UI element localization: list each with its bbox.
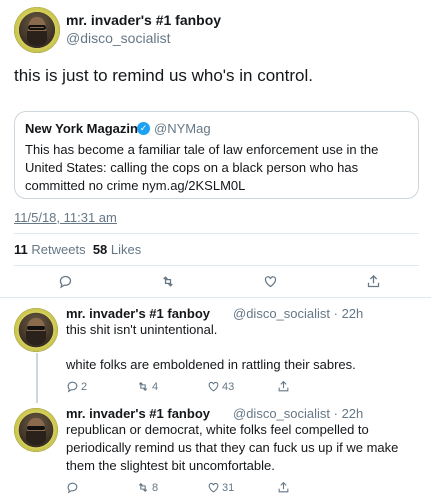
divider	[14, 265, 419, 266]
retweet-count: 4	[152, 381, 159, 393]
reply-icon[interactable]	[66, 481, 79, 497]
avatar[interactable]	[14, 308, 58, 352]
reply-author-name[interactable]: mr. invader's #1 fanboy	[66, 306, 210, 321]
quoted-author-handle: @NYMag	[154, 121, 211, 136]
avatar[interactable]	[14, 7, 60, 53]
quoted-tweet-card[interactable]: New York Magazine ✓ @NYMag This has beco…	[14, 111, 419, 199]
reply-count: 2	[81, 381, 88, 393]
retweets-label[interactable]: Retweets	[31, 242, 85, 257]
heart-icon[interactable]	[207, 481, 220, 497]
author-handle[interactable]: @disco_socialist	[66, 30, 170, 46]
share-icon[interactable]	[277, 481, 290, 497]
engagement-stats: 11 Retweets 58 Likes	[14, 242, 141, 257]
author-display-name[interactable]: mr. invader's #1 fanboy	[66, 12, 221, 28]
share-icon[interactable]	[277, 380, 290, 396]
reply-text: white folks are emboldened in rattling t…	[66, 357, 356, 372]
retweet-icon[interactable]	[160, 274, 176, 292]
avatar[interactable]	[14, 408, 58, 452]
verified-badge-icon: ✓	[137, 122, 150, 135]
heart-icon[interactable]	[263, 274, 278, 292]
like-count[interactable]: 58	[93, 242, 107, 257]
reply-icon[interactable]	[66, 380, 79, 396]
quoted-author-name: New York Magazine	[25, 121, 146, 136]
divider	[0, 297, 431, 298]
thread-connector-line	[36, 353, 38, 403]
reply-text: this shit isn't unintentional.	[66, 322, 218, 337]
retweet-count: 8	[152, 482, 159, 494]
like-count: 31	[222, 482, 235, 494]
share-icon[interactable]	[366, 274, 381, 292]
tweet-text: this is just to remind us who's in contr…	[14, 66, 313, 85]
like-count: 43	[222, 381, 235, 393]
likes-label[interactable]: Likes	[111, 242, 141, 257]
reply-author-name[interactable]: mr. invader's #1 fanboy	[66, 406, 210, 421]
retweet-count[interactable]: 11	[14, 242, 28, 257]
reply-icon[interactable]	[58, 274, 73, 292]
divider	[14, 233, 419, 234]
tweet-timestamp[interactable]: 11/5/18, 11:31 am	[14, 210, 117, 225]
reply-text: republican or democrat, white folks feel…	[66, 422, 399, 473]
reply-meta[interactable]: @disco_socialist · 22h	[233, 306, 363, 321]
quoted-tweet-text: This has become a familiar tale of law e…	[25, 142, 379, 193]
reply-meta[interactable]: @disco_socialist · 22h	[233, 406, 363, 421]
heart-icon[interactable]	[207, 380, 220, 396]
retweet-icon[interactable]	[136, 380, 150, 396]
retweet-icon[interactable]	[136, 481, 150, 497]
